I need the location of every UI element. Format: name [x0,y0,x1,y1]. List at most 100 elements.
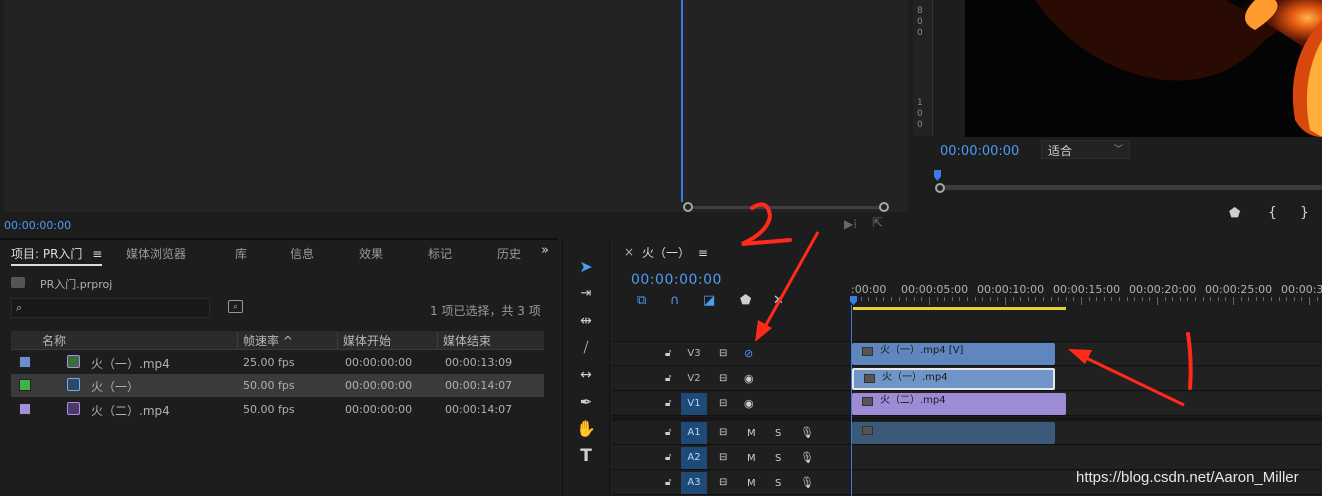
clip-a1[interactable] [852,422,1055,444]
tab-media-browser[interactable]: 媒体浏览器 [126,245,186,262]
lock-icon[interactable]: 🔓︎ [665,348,671,359]
ripple-edit-tool-icon[interactable]: ⇹ [575,311,597,331]
microphone-icon[interactable]: 🎙︎ [800,451,814,464]
project-item-row[interactable]: 火（一） 50.00 fps 00:00:00:00 00:00:14:07 [11,374,544,397]
menu-icon[interactable]: ≡ [92,247,102,261]
source-timecode[interactable]: 00:00:00:00 [4,219,71,232]
lock-icon[interactable]: 🔓︎ [665,373,671,384]
hand-tool-icon[interactable]: ✋ [575,419,597,439]
project-search-input[interactable] [11,298,210,318]
solo-button[interactable]: S [775,478,781,489]
lock-icon[interactable]: 🔓︎ [665,427,671,438]
work-area-bar[interactable] [853,307,1066,310]
column-divider[interactable] [437,332,438,349]
mark-in-icon[interactable]: { [1268,205,1277,221]
marker-icon[interactable]: ⬟ [1229,206,1240,221]
lock-icon[interactable]: 🔓︎ [665,452,671,463]
source-zoom-scrollbar[interactable] [683,202,889,212]
sync-lock-icon[interactable]: ⊟ [719,452,727,463]
ruler-tick [898,297,900,301]
export-frame-icon[interactable]: ⇱ [872,216,883,231]
eye-icon[interactable]: ◉ [744,372,754,385]
nest-icon[interactable]: ⧉ [637,293,646,308]
item-media-end: 00:00:14:07 [445,379,513,392]
close-icon[interactable]: × [624,245,634,259]
label-color-swatch[interactable] [19,403,31,415]
mute-button[interactable]: M [747,453,756,464]
microphone-icon[interactable]: 🎙︎ [800,426,814,439]
add-marker-icon[interactable]: ⬟ [740,293,751,308]
project-item-row[interactable]: 火（一）.mp4 25.00 fps 00:00:00:00 00:00:13:… [11,351,544,374]
sync-lock-icon[interactable]: ⊟ [719,373,727,384]
track-select-tool-icon[interactable]: ⇥ [575,284,597,304]
pen-tool-icon[interactable]: ✒ [575,392,597,412]
sync-lock-icon[interactable]: ⊟ [719,477,727,488]
sync-lock-icon[interactable]: ⊟ [719,348,727,359]
track-lane-a2[interactable] [851,446,1322,470]
project-item-row[interactable]: 火（二）.mp4 50.00 fps 00:00:00:00 00:00:14:… [11,398,544,421]
linked-selection-icon[interactable]: ◪ [703,293,715,308]
track-name-v1[interactable]: V1 [681,393,707,415]
clip-v3[interactable]: 火（一）.mp4 [V] [852,343,1055,365]
column-divider[interactable] [337,332,338,349]
microphone-icon[interactable]: 🎙︎ [800,476,814,489]
ruler-digit: 0 [917,28,923,38]
ruler-tick [913,297,915,301]
tab-history[interactable]: 历史 [497,245,521,262]
selection-tool-icon[interactable]: ➤ [575,257,597,277]
mute-button[interactable]: M [747,428,756,439]
tab-markers[interactable]: 标记 [428,245,452,262]
program-playhead[interactable] [934,170,941,181]
solo-button[interactable]: S [775,428,781,439]
label-color-swatch[interactable] [19,356,31,368]
tab-libraries[interactable]: 库 [235,245,247,262]
track-name-v3[interactable]: V3 [681,343,707,365]
track-name-v2[interactable]: V2 [681,368,707,390]
type-tool-icon[interactable]: T [575,446,597,466]
ruler-label: 00:00:05:00 [901,283,969,296]
sync-lock-icon[interactable]: ⊟ [719,427,727,438]
insert-icon[interactable]: ▶⁞ [844,217,857,231]
source-playhead[interactable] [681,0,683,202]
label-color-swatch[interactable] [19,379,31,391]
program-scrub-bar[interactable] [934,170,1322,194]
eye-hidden-icon[interactable]: ⊘ [744,347,753,360]
scroll-handle-right[interactable] [879,202,889,212]
clip-v2[interactable]: 火（一）.mp4 [852,368,1055,390]
timeline-playhead-line[interactable] [851,305,852,496]
zoom-fit-select[interactable]: 适合 ﹀ [1041,140,1130,159]
clip-v1[interactable]: 火（二）.mp4 [852,393,1066,415]
track-name-a3[interactable]: A3 [681,472,707,494]
solo-button[interactable]: S [775,453,781,464]
wrench-icon[interactable]: ✕ [773,293,784,308]
scroll-handle-left[interactable] [935,183,945,193]
tab-effects[interactable]: 效果 [359,245,383,262]
find-icon[interactable]: ⌕ [228,300,243,313]
column-header-name[interactable]: 名称 [42,332,66,349]
track-name-a2[interactable]: A2 [681,447,707,469]
timeline-timecode[interactable]: 00:00:00:00 [631,272,722,288]
track-name-a1[interactable]: A1 [681,422,707,444]
column-header-media-start[interactable]: 媒体开始 [343,332,391,349]
column-header-frame-rate[interactable]: 帧速率 ^ [243,332,293,349]
tab-sequence[interactable]: 火（一） ≡ [642,244,708,261]
program-timecode[interactable]: 00:00:00:00 [940,144,1019,159]
column-header-media-end[interactable]: 媒体结束 [443,332,491,349]
menu-icon[interactable]: ≡ [698,246,708,260]
lock-icon[interactable]: 🔓︎ [665,477,671,488]
column-divider[interactable] [237,332,238,349]
slip-tool-icon[interactable]: ↔ [575,365,597,385]
scroll-handle-left[interactable] [683,202,693,212]
lock-icon[interactable]: 🔓︎ [665,398,671,409]
project-file-name: PR入门.prproj [40,278,113,291]
more-tabs-icon[interactable]: » [541,243,549,258]
mute-button[interactable]: M [747,478,756,489]
razor-tool-icon[interactable]: ⧸ [575,338,597,358]
eye-icon[interactable]: ◉ [744,397,754,410]
mark-out-icon[interactable]: } [1300,205,1309,221]
tab-project[interactable]: 项目: PR入门 ≡ [11,245,103,266]
sync-lock-icon[interactable]: ⊟ [719,398,727,409]
snap-icon[interactable]: ∩ [670,293,680,308]
tab-info[interactable]: 信息 [290,245,314,262]
fx-badge-icon [864,374,875,383]
